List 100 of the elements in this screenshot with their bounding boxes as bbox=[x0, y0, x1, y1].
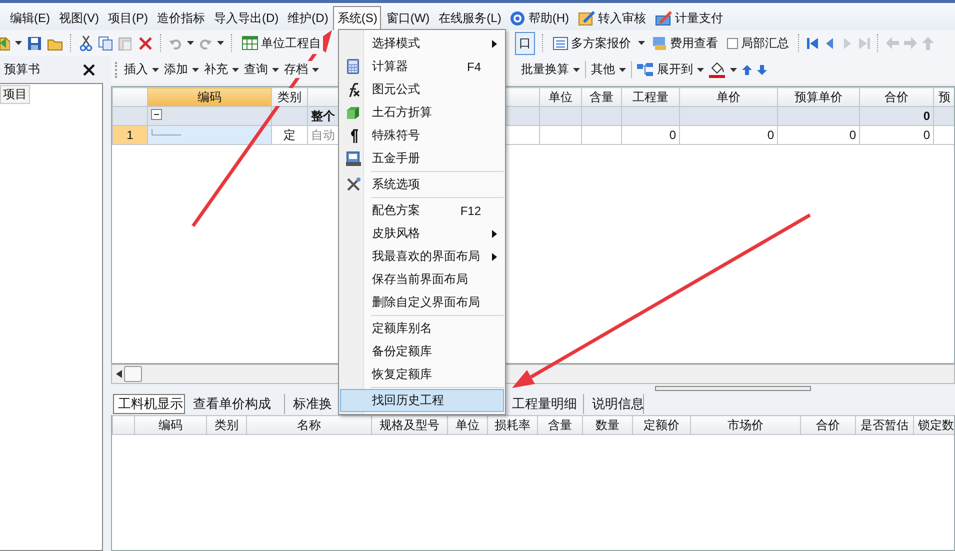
caret-icon[interactable] bbox=[192, 68, 199, 72]
close-icon[interactable] bbox=[83, 64, 95, 76]
caret-icon[interactable] bbox=[697, 68, 704, 72]
cube-icon bbox=[346, 106, 360, 120]
table-cell bbox=[582, 126, 622, 144]
tab[interactable]: 说明信息 bbox=[588, 394, 644, 414]
menu-item[interactable]: 计算器 F4 bbox=[340, 55, 504, 78]
dropdown-button[interactable]: 存档 bbox=[284, 61, 319, 78]
caret-icon[interactable] bbox=[638, 41, 645, 45]
caret-icon[interactable] bbox=[217, 41, 224, 45]
column-header[interactable]: 单价 bbox=[680, 88, 778, 106]
menu-item[interactable]: 备份定额库 bbox=[340, 340, 504, 363]
column-header[interactable]: 预算单价 bbox=[778, 88, 860, 106]
copy-icon[interactable] bbox=[98, 36, 113, 50]
tools-icon bbox=[346, 177, 360, 192]
list-window-icon bbox=[553, 36, 568, 50]
table-cell: 定 bbox=[272, 126, 308, 144]
table-cell bbox=[934, 106, 954, 126]
tab[interactable]: 工程量明细 bbox=[508, 394, 584, 414]
menu-item[interactable]: 系统(S) bbox=[333, 6, 382, 30]
column-header[interactable]: 编码 bbox=[148, 88, 272, 106]
menu-item[interactable]: 帮助(H) bbox=[506, 6, 574, 29]
menu-item[interactable]: 皮肤风格 bbox=[340, 222, 504, 245]
column-header[interactable]: 损耗率 bbox=[488, 416, 538, 434]
column-header[interactable]: 编码 bbox=[134, 416, 206, 434]
menu-item[interactable]: 项目(P) bbox=[104, 6, 152, 29]
column-header[interactable]: 市场价 bbox=[690, 416, 800, 434]
caret-icon[interactable] bbox=[619, 68, 626, 72]
column-header[interactable]: 是否暂估 bbox=[856, 416, 914, 434]
caret-icon[interactable] bbox=[573, 68, 580, 72]
window-button[interactable]: 口 bbox=[515, 32, 535, 54]
menu-item[interactable]: 特殊符号 bbox=[340, 124, 504, 147]
tab[interactable]: 工料机显示 bbox=[113, 394, 185, 414]
help-icon bbox=[510, 10, 526, 26]
move-up-icon[interactable] bbox=[742, 64, 752, 74]
column-header[interactable]: 含量 bbox=[538, 416, 582, 434]
menu-item[interactable]: 删除自定义界面布局 bbox=[340, 291, 504, 314]
tree-item[interactable]: 项目 bbox=[0, 85, 30, 104]
menu-item[interactable]: 保存当前界面布局 bbox=[340, 268, 504, 291]
column-header[interactable]: 类别 bbox=[272, 88, 308, 106]
column-header[interactable]: 单位 bbox=[540, 88, 582, 106]
save-icon[interactable] bbox=[27, 36, 42, 50]
dropdown-button[interactable]: 其他 bbox=[591, 61, 626, 78]
move-down-icon[interactable] bbox=[757, 64, 767, 74]
menu-item[interactable]: 编辑(E) bbox=[6, 6, 54, 29]
scissors-icon[interactable] bbox=[79, 35, 93, 51]
checkbox[interactable] bbox=[727, 38, 738, 48]
scroll-left-icon[interactable] bbox=[116, 370, 122, 378]
splitter-handle[interactable] bbox=[655, 386, 811, 391]
collapse-icon[interactable] bbox=[151, 109, 162, 120]
menu-item[interactable]: 图元公式 bbox=[340, 78, 504, 101]
column-header[interactable]: 名称 bbox=[246, 416, 372, 434]
caret-icon[interactable] bbox=[312, 68, 319, 72]
new-file-icon[interactable] bbox=[0, 35, 10, 51]
tab[interactable]: 查看单价构成 bbox=[189, 394, 285, 414]
scroll-thumb[interactable] bbox=[124, 366, 142, 382]
function-icon bbox=[346, 82, 360, 96]
menu-item[interactable]: 恢复定额库 bbox=[340, 363, 504, 386]
first-icon[interactable] bbox=[807, 36, 819, 50]
column-header[interactable]: 预 bbox=[934, 88, 954, 106]
menu-item[interactable]: 配色方案 F12 bbox=[340, 199, 504, 222]
menu-item[interactable]: 我最喜欢的界面布局 bbox=[340, 245, 504, 268]
previous-icon[interactable] bbox=[824, 36, 836, 50]
menu-item[interactable]: 窗口(W) bbox=[382, 6, 434, 29]
menu-item[interactable]: 选择模式 bbox=[340, 32, 504, 55]
caret-icon[interactable] bbox=[15, 41, 22, 45]
checkbox-label[interactable]: 局部汇总 bbox=[741, 34, 789, 52]
menu-item[interactable]: 找回历史工程 bbox=[340, 389, 504, 412]
column-header[interactable]: 含量 bbox=[582, 88, 622, 106]
column-header[interactable]: 工程量 bbox=[622, 88, 680, 106]
column-header[interactable]: 定额价 bbox=[632, 416, 690, 434]
paint-bucket-icon[interactable] bbox=[709, 61, 725, 78]
menu-item[interactable]: 系统选项 bbox=[340, 173, 504, 196]
menu-item[interactable]: 计量支付 bbox=[651, 6, 728, 29]
column-header[interactable]: 合价 bbox=[860, 88, 934, 106]
menu-item[interactable]: 在线服务(L) bbox=[434, 6, 506, 29]
column-header[interactable]: 单位 bbox=[448, 416, 488, 434]
menu-item[interactable]: 定额库别名 bbox=[340, 317, 504, 340]
caret-icon[interactable] bbox=[730, 68, 737, 72]
column-header[interactable]: 数量 bbox=[582, 416, 632, 434]
tree-icon bbox=[637, 62, 653, 76]
menu-item[interactable]: 维护(D) bbox=[284, 6, 332, 29]
column-header[interactable]: 合价 bbox=[800, 416, 856, 434]
caret-icon[interactable] bbox=[232, 68, 239, 72]
menu-item[interactable]: 造价指标 bbox=[153, 6, 209, 29]
dropdown-button[interactable]: 批量换算 bbox=[521, 61, 580, 78]
column-header[interactable]: 锁定数 bbox=[914, 416, 954, 434]
caret-icon[interactable] bbox=[272, 68, 279, 72]
column-header[interactable]: 类别 bbox=[206, 416, 246, 434]
column-header[interactable]: 规格及型号 bbox=[372, 416, 448, 434]
menu-item[interactable]: 导入导出(D) bbox=[210, 6, 283, 29]
caret-icon[interactable] bbox=[187, 41, 194, 45]
menu-item[interactable]: 转入审核 bbox=[574, 6, 650, 29]
row-number: 1 bbox=[112, 126, 148, 144]
dropdown-button[interactable]: 插入 bbox=[124, 61, 159, 78]
expand-to-button[interactable]: 展开到 bbox=[637, 61, 704, 78]
menu-item[interactable]: 视图(V) bbox=[55, 6, 103, 29]
caret-icon[interactable] bbox=[152, 68, 159, 72]
menu-item[interactable]: 五金手册 bbox=[340, 147, 504, 170]
delete-icon[interactable] bbox=[138, 36, 153, 50]
